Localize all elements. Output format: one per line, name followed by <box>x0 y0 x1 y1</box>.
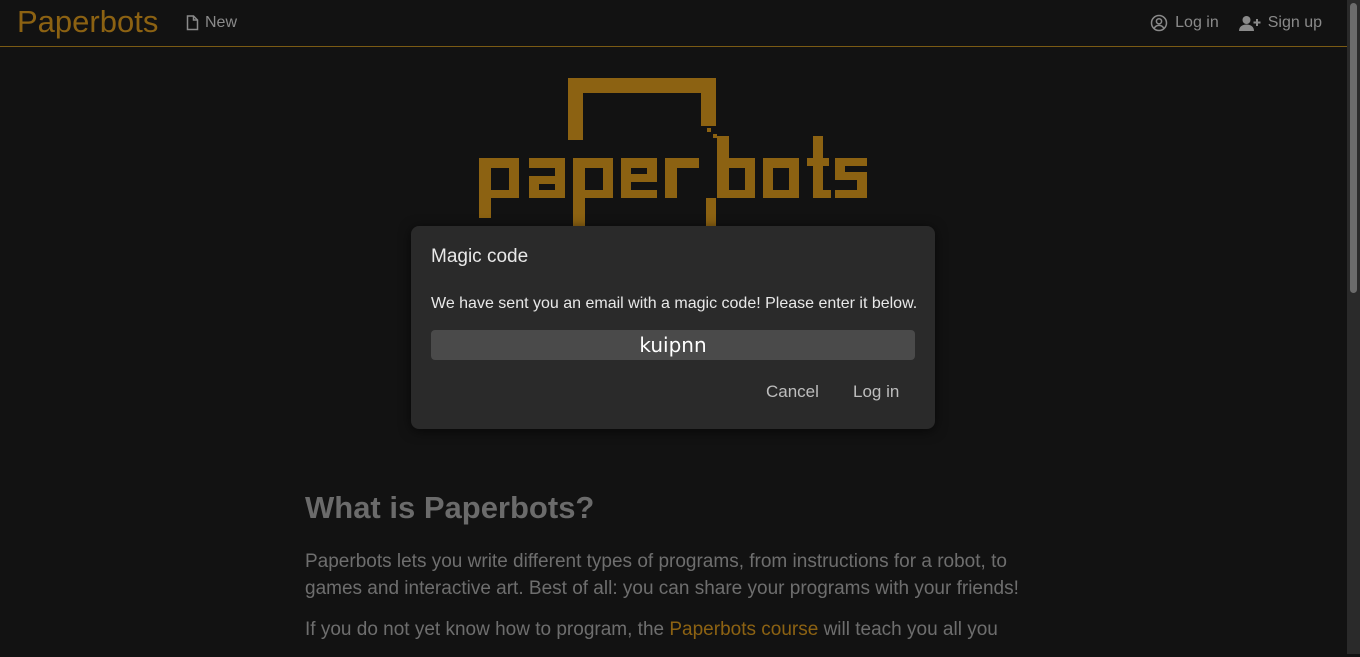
cancel-button[interactable]: Cancel <box>762 380 823 404</box>
dialog-message: We have sent you an email with a magic c… <box>431 295 918 312</box>
dialog-title: Magic code <box>431 246 529 267</box>
login-button[interactable]: Log in <box>849 380 903 404</box>
modal-overlay: Magic code We have sent you an email wit… <box>0 0 1360 654</box>
magic-code-dialog: Magic code We have sent you an email wit… <box>411 226 935 429</box>
magic-code-input[interactable] <box>431 330 915 360</box>
